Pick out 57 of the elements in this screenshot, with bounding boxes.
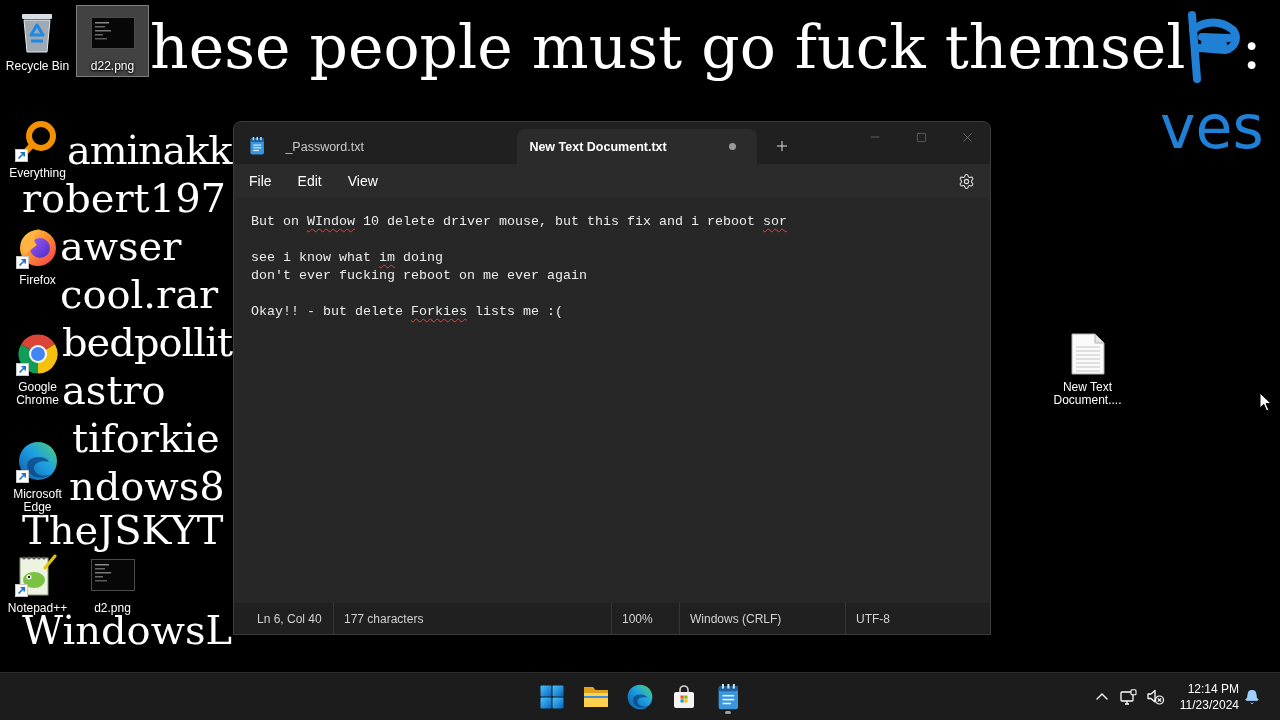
desktop-item[interactable]: Notepad++ (7, 553, 68, 615)
text-file-icon (1070, 333, 1105, 375)
store-bag-icon (672, 684, 696, 709)
editor-text-line: Okay!! - but delete Forkies lists me :( (251, 303, 563, 321)
bell-icon (1244, 688, 1260, 705)
status-text: 100% (611, 603, 679, 634)
desktop-item[interactable]: Recycle Bin (5, 11, 70, 73)
edge-icon (17, 441, 58, 481)
tab[interactable]: _Password.txt (273, 129, 514, 164)
wallpaper-text: hese people must go fuck themsel (150, 12, 1186, 82)
network-monitor-icon (1119, 688, 1137, 705)
maximize-icon (915, 131, 927, 143)
menu-item[interactable]: Edit (286, 167, 333, 195)
notepad-app-icon (250, 137, 265, 155)
status-text: UTF-8 (845, 603, 990, 634)
menu-item[interactable]: View (336, 167, 389, 195)
edge-icon (627, 683, 653, 710)
wallpaper-text: awser (60, 231, 182, 261)
editor-text-line: But on WIndow 10 delete driver mouse, but this fix and i reboot sor (251, 213, 787, 231)
notepad-chameleon-icon (17, 554, 58, 596)
chrome-icon (17, 334, 58, 374)
settings-icon (957, 172, 975, 190)
desktop-item[interactable]: d2.png (90, 553, 135, 615)
wallpaper-text: ndows8 (69, 471, 225, 501)
image-thumbnail-icon (90, 17, 135, 49)
wallpaper-text: tiforkie (72, 423, 220, 453)
tab[interactable]: New Text Document.txt (517, 129, 758, 164)
handwritten-text: ves (1160, 92, 1264, 162)
recycle-bin-icon (21, 13, 54, 53)
wallpaper-text: astro (62, 375, 166, 405)
editor-text-line: see i know what im doing (251, 249, 443, 267)
status-text: 177 characters (333, 603, 611, 634)
clock-button[interactable]: 12:14 PM 11/23/2024 (1171, 676, 1243, 717)
firefox-icon (17, 227, 58, 267)
desktop-item[interactable]: New Text Document.... (1053, 332, 1122, 407)
editor-text-line: don't ever fucking reboot on me ever again (251, 267, 587, 285)
folder-icon (583, 685, 609, 708)
desktop-item[interactable]: Everything (9, 118, 66, 180)
wallpaper-text: TheJSKYT (22, 515, 224, 554)
wallpaper-text: cool.rar (60, 279, 219, 309)
start-logo-icon (540, 684, 564, 709)
desktop-item[interactable]: Firefox (15, 225, 60, 287)
mouse-pointer-icon (1259, 392, 1272, 412)
wallpaper-text: bedpollit (62, 327, 233, 367)
wallpaper-text: aminakk (67, 135, 232, 165)
notepad-icon (717, 683, 739, 710)
chevron-up-icon (1095, 693, 1108, 700)
desktop-item[interactable]: Google Chrome (13, 332, 62, 407)
status-text: Ln 6, Col 40 (256, 610, 323, 628)
wallpaper-text: : (1241, 12, 1262, 82)
menu-item[interactable]: File (238, 167, 283, 195)
image-thumbnail-icon (90, 559, 135, 591)
volume-muted-icon (1146, 688, 1164, 705)
desktop-item[interactable]: d22.png (76, 5, 149, 77)
status-text: Windows (CRLF) (679, 603, 845, 634)
desktop-item[interactable]: Microsoft Edge (9, 439, 66, 514)
wallpaper-text: WindowsL (22, 615, 232, 645)
